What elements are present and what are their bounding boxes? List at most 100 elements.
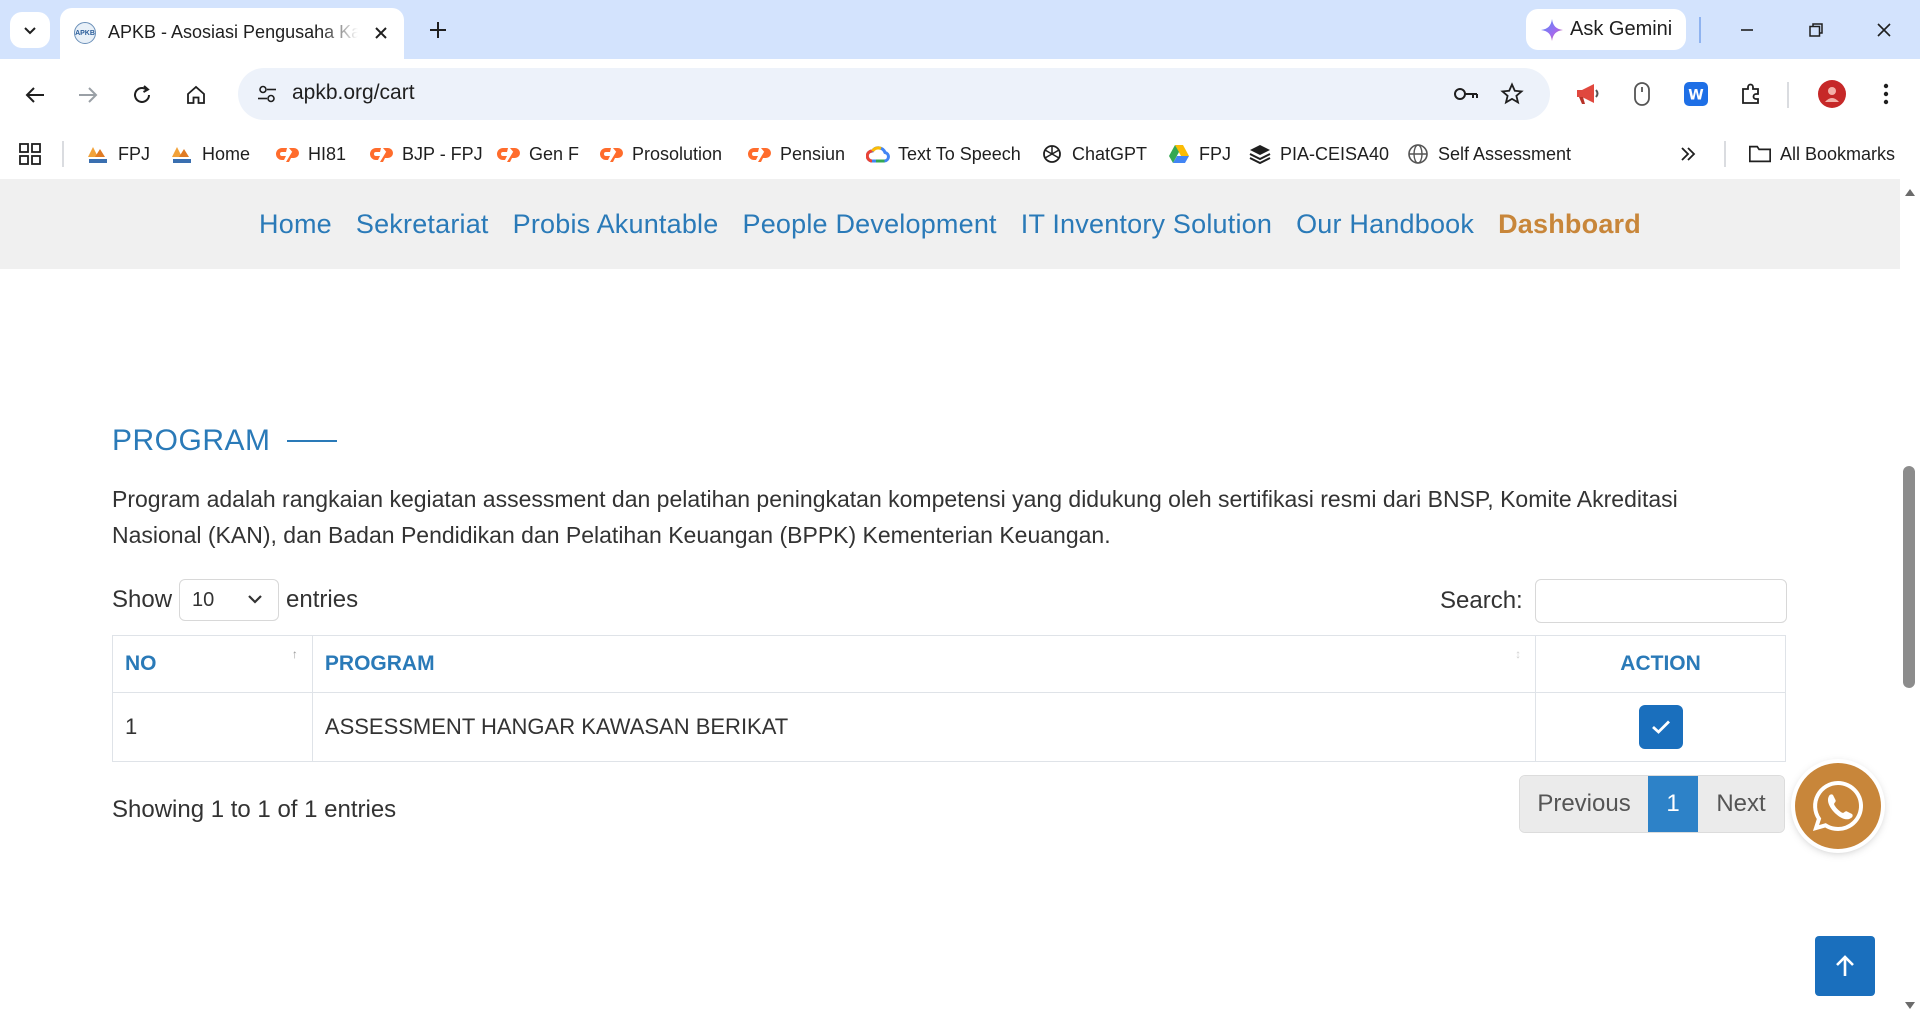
scrollbar-thumb[interactable] xyxy=(1903,466,1915,688)
select-program-button[interactable] xyxy=(1638,705,1683,749)
nav-dashboard[interactable]: Dashboard xyxy=(1498,209,1641,240)
page-viewport: Home Sekretariat Probis Akuntable People… xyxy=(0,179,1900,1018)
tab-search-button[interactable] xyxy=(10,12,50,48)
tab-close-button[interactable] xyxy=(368,20,394,46)
pagination-next-button[interactable]: Next xyxy=(1698,776,1784,832)
star-icon xyxy=(1500,82,1524,105)
puzzle-icon xyxy=(1742,83,1759,104)
url-text[interactable]: apkb.org/cart xyxy=(292,81,415,105)
pma-logo-icon xyxy=(170,143,194,165)
site-navigation: Home Sekretariat Probis Akuntable People… xyxy=(0,179,1900,269)
bookmark-label: ChatGPT xyxy=(1072,143,1148,164)
cpanel-icon xyxy=(497,143,521,165)
column-header-no[interactable]: NO ↑ xyxy=(112,635,313,693)
chevron-down-icon xyxy=(24,27,36,35)
bookmark-item[interactable]: PIA-CEISA40 xyxy=(1248,139,1389,169)
search-label: Search: xyxy=(1440,587,1523,614)
browser-tabstrip: APKB APKB - Asosiasi Pengusaha Kawasan B… xyxy=(0,0,1920,59)
ask-gemini-label: Ask Gemini xyxy=(1570,18,1673,40)
bookmark-label: Text To Speech xyxy=(898,143,1021,164)
reload-button[interactable] xyxy=(124,77,160,113)
table-info: Showing 1 to 1 of 1 entries xyxy=(112,796,397,823)
extension-megaphone-button[interactable] xyxy=(1570,76,1606,112)
folder-icon xyxy=(1748,143,1772,165)
extension-word-button[interactable]: W xyxy=(1678,76,1714,112)
new-tab-button[interactable] xyxy=(422,14,454,46)
bookmark-label: Pensiun xyxy=(780,143,846,164)
table-search-input[interactable] xyxy=(1534,579,1787,623)
bookmark-label: PIA-CEISA40 xyxy=(1280,143,1390,164)
chevron-down-icon xyxy=(248,595,262,604)
bookmark-item[interactable]: Text To Speech xyxy=(866,139,1021,169)
all-bookmarks-button[interactable]: All Bookmarks xyxy=(1748,139,1895,169)
nav-people-development[interactable]: People Development xyxy=(742,209,996,240)
column-header-label: NO xyxy=(125,652,157,675)
mouse-icon xyxy=(1634,82,1650,106)
bookmark-item[interactable]: Self Assessment xyxy=(1406,139,1571,169)
column-header-program[interactable]: PROGRAM ↕ xyxy=(311,635,1537,693)
forward-button[interactable] xyxy=(70,77,106,113)
password-key-button[interactable] xyxy=(1452,80,1480,108)
ask-gemini-button[interactable]: Ask Gemini xyxy=(1526,9,1686,50)
pagination-page-1[interactable]: 1 xyxy=(1648,776,1698,832)
word-icon: W xyxy=(1684,82,1708,106)
nav-our-handbook[interactable]: Our Handbook xyxy=(1296,209,1474,240)
apps-button[interactable] xyxy=(18,139,42,169)
gemini-sparkle-icon xyxy=(1541,19,1563,41)
restore-button[interactable] xyxy=(1794,14,1838,46)
nav-probis-akuntable[interactable]: Probis Akuntable xyxy=(513,209,719,240)
pma-logo-icon xyxy=(86,143,110,165)
bookmark-star-button[interactable] xyxy=(1498,80,1526,108)
home-button[interactable] xyxy=(178,77,214,113)
bookmark-label: Self Assessment xyxy=(1438,143,1572,164)
scroll-to-top-button[interactable] xyxy=(1815,936,1875,996)
arrow-right-icon xyxy=(79,87,98,103)
table-search-control: Search: xyxy=(1440,579,1787,623)
layers-icon xyxy=(1248,143,1272,165)
scroll-up-arrow-icon xyxy=(1905,189,1915,196)
bookmark-label: HI81 xyxy=(308,143,347,164)
scroll-down-arrow-icon xyxy=(1905,1002,1915,1009)
nav-it-inventory-solution[interactable]: IT Inventory Solution xyxy=(1021,209,1272,240)
browser-tab-active[interactable]: APKB APKB - Asosiasi Pengusaha Kawasan B… xyxy=(60,8,404,59)
bookmark-item[interactable]: Prosolution xyxy=(600,139,722,169)
tune-icon xyxy=(258,85,276,103)
bookmark-item[interactable]: Gen F xyxy=(497,139,579,169)
program-table: NO ↑ PROGRAM ↕ ACTION 1 ASSESSMENT HANGAR … xyxy=(112,635,1786,762)
bookmark-item[interactable]: BJP - FPJ xyxy=(370,139,483,169)
site-info-button[interactable] xyxy=(250,78,284,110)
address-bar[interactable]: apkb.org/cart xyxy=(238,68,1550,120)
browser-menu-button[interactable] xyxy=(1868,76,1904,112)
minimize-icon xyxy=(1741,29,1753,31)
extension-mouse-button[interactable] xyxy=(1624,76,1660,112)
bookmark-label: Home xyxy=(202,143,251,164)
bookmark-item[interactable]: Home xyxy=(170,139,250,169)
home-icon xyxy=(187,85,205,104)
bookmark-item[interactable]: FPJ xyxy=(86,139,150,169)
whatsapp-chat-button[interactable] xyxy=(1795,763,1881,849)
bookmark-item[interactable]: Pensiun xyxy=(748,139,845,169)
bookmarks-separator xyxy=(62,141,64,167)
bookmark-item[interactable]: ChatGPT xyxy=(1040,139,1147,169)
extensions-button[interactable] xyxy=(1733,76,1769,112)
bookmark-item[interactable]: FPJ xyxy=(1167,139,1231,169)
back-button[interactable] xyxy=(17,77,53,113)
tabstrip-separator xyxy=(1699,17,1701,43)
nav-sekretariat[interactable]: Sekretariat xyxy=(356,209,489,240)
bookmark-item[interactable]: HI81 xyxy=(276,139,346,169)
table-row: 1 ASSESSMENT HANGAR KAWASAN BERIKAT xyxy=(112,692,1786,762)
close-window-button[interactable] xyxy=(1862,14,1906,46)
bookmark-label: BJP - FPJ xyxy=(402,143,483,164)
reload-icon xyxy=(134,85,150,103)
check-icon xyxy=(1651,720,1670,734)
entries-length-select[interactable]: 10 xyxy=(179,579,280,621)
nav-home[interactable]: Home xyxy=(259,209,332,240)
minimize-button[interactable] xyxy=(1725,14,1769,46)
bookmark-label: FPJ xyxy=(118,143,151,164)
column-header-action: ACTION xyxy=(1535,635,1786,693)
more-bookmarks-button[interactable] xyxy=(1678,139,1698,169)
pagination-previous-button[interactable]: Previous xyxy=(1520,776,1648,832)
apps-grid-icon xyxy=(19,143,41,165)
column-header-label: PROGRAM xyxy=(324,652,435,675)
profile-avatar-button[interactable] xyxy=(1814,76,1850,112)
